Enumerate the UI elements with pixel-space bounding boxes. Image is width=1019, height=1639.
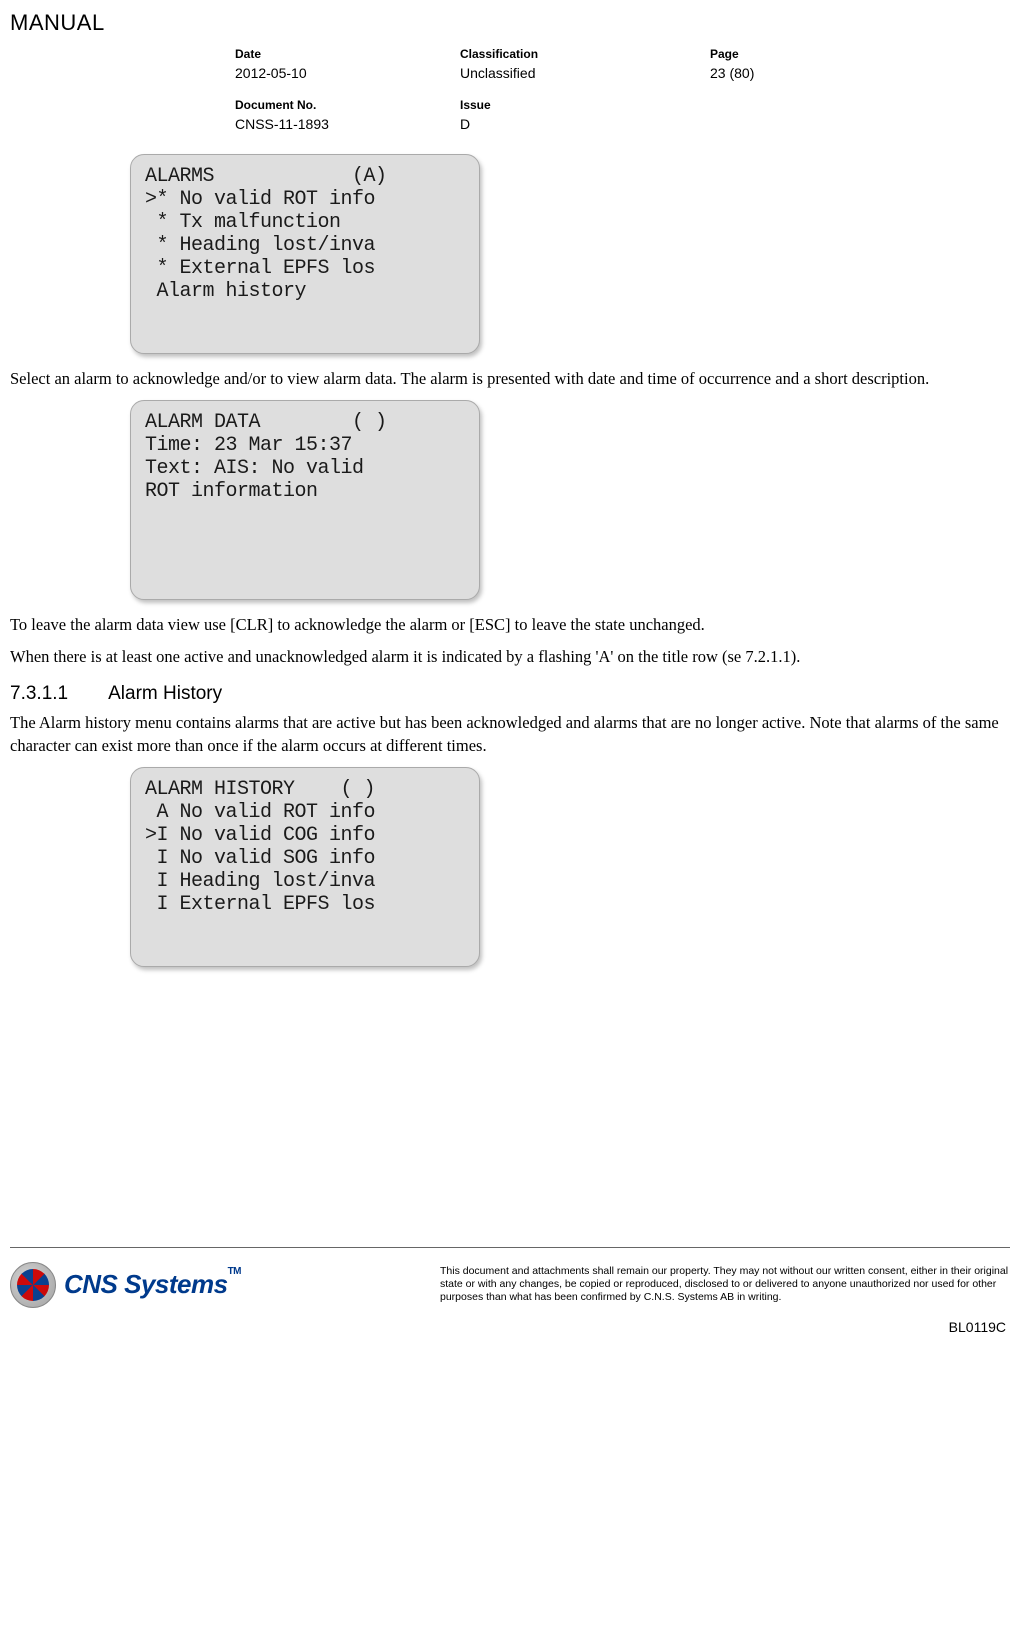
docno-label: Document No. — [235, 97, 460, 113]
section-number: 7.3.1.1 — [10, 681, 68, 707]
lcd-screen-alarms: ALARMS (A) >* No valid ROT info * Tx mal… — [130, 154, 480, 354]
paragraph: When there is at least one active and un… — [10, 646, 1010, 668]
page-footer: CNS SystemsTM This document and attachme… — [10, 1247, 1010, 1308]
section-title: Alarm History — [108, 681, 222, 707]
lcd-screen-alarm-data: ALARM DATA ( ) Time: 23 Mar 15:37 Text: … — [130, 400, 480, 600]
section-heading: 7.3.1.1 Alarm History — [10, 681, 1010, 707]
paragraph: The Alarm history menu contains alarms t… — [10, 712, 1010, 757]
issue-value: D — [460, 115, 710, 134]
docno-value: CNSS-11-1893 — [235, 115, 460, 134]
date-value: 2012-05-10 — [235, 64, 460, 83]
classification-label: Classification — [460, 46, 710, 62]
footer-disclaimer: This document and attachments shall rema… — [440, 1265, 1010, 1304]
compass-star-icon — [10, 1262, 56, 1308]
page-value: 23 (80) — [710, 64, 830, 83]
classification-value: Unclassified — [460, 64, 710, 83]
paragraph: To leave the alarm data view use [CLR] t… — [10, 614, 1010, 636]
document-code: BL0119C — [10, 1318, 1006, 1337]
lcd-text: ALARM HISTORY ( ) A No valid ROT info >I… — [145, 778, 475, 916]
metadata-block: Date 2012-05-10 Classification Unclassif… — [235, 46, 1010, 134]
lcd-text: ALARM DATA ( ) Time: 23 Mar 15:37 Text: … — [145, 411, 475, 503]
date-label: Date — [235, 46, 460, 62]
lcd-text: ALARMS (A) >* No valid ROT info * Tx mal… — [145, 165, 475, 303]
page-label: Page — [710, 46, 830, 62]
company-logo: CNS SystemsTM — [10, 1262, 241, 1308]
issue-label: Issue — [460, 97, 710, 113]
manual-title: MANUAL — [10, 8, 1010, 38]
paragraph: Select an alarm to acknowledge and/or to… — [10, 368, 1010, 390]
company-name: CNS SystemsTM — [64, 1267, 241, 1302]
lcd-screen-alarm-history: ALARM HISTORY ( ) A No valid ROT info >I… — [130, 767, 480, 967]
